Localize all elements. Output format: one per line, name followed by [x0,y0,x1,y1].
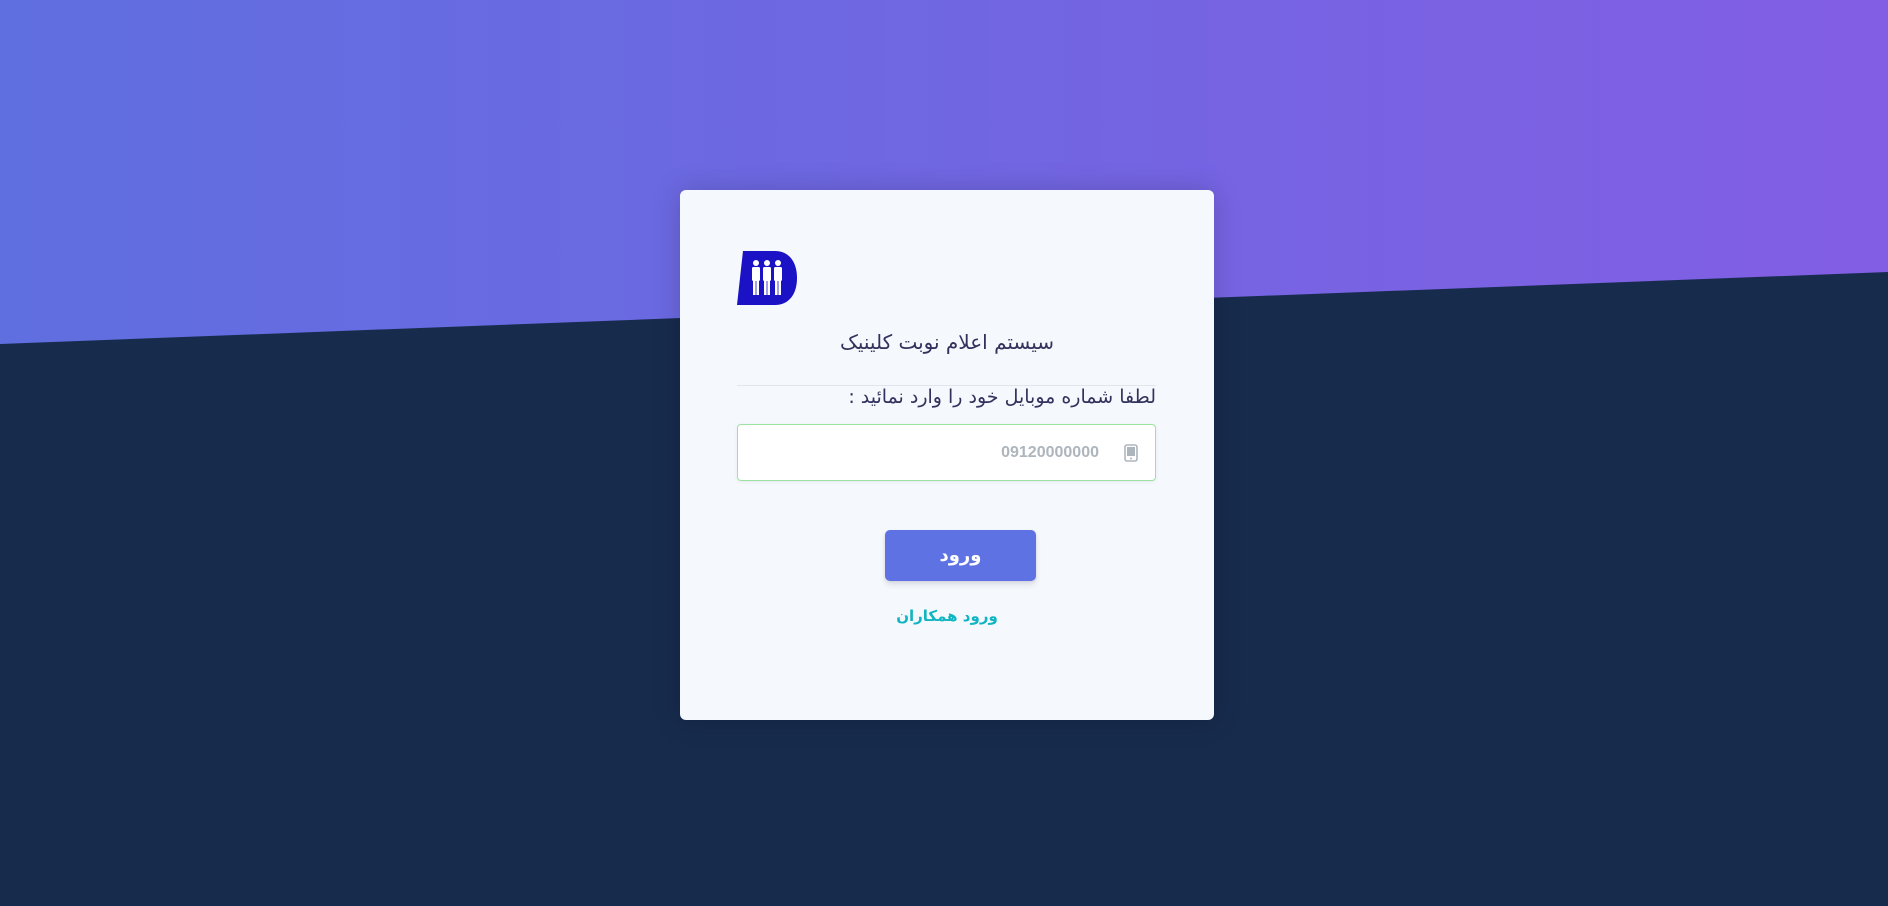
mobile-phone-icon [1124,444,1138,462]
login-button[interactable]: ورود [885,530,1036,581]
login-card: سیستم اعلام نوبت کلینیک لطفا شماره موبای… [680,190,1214,720]
colleague-login-link[interactable]: ورود همکاران [680,607,1214,625]
phone-prompt-label: لطفا شماره موبایل خود را وارد نمائید : [848,386,1156,408]
login-page: سیستم اعلام نوبت کلینیک لطفا شماره موبای… [0,0,1888,906]
clinic-logo-icon [737,251,797,305]
phone-input[interactable] [769,425,1099,480]
page-title: سیستم اعلام نوبت کلینیک [839,330,1055,354]
phone-input-group[interactable] [737,424,1156,481]
